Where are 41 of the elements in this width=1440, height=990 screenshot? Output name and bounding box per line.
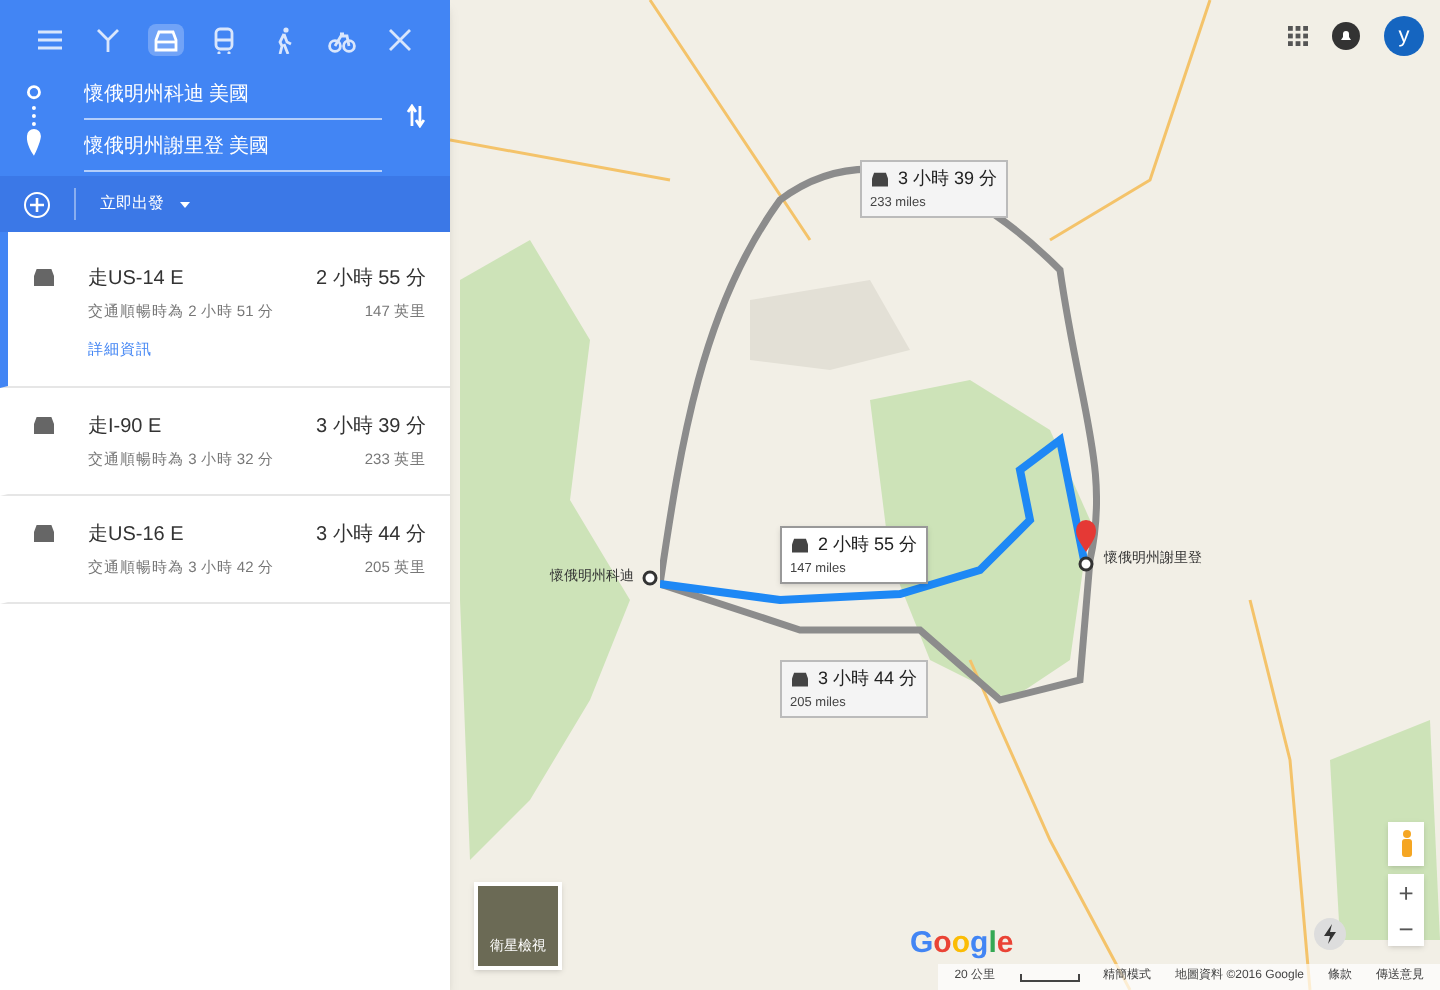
- close-icon: [385, 26, 414, 54]
- origin-marker-icon: [642, 570, 658, 587]
- car-icon: [790, 537, 810, 554]
- destination-field[interactable]: 懷俄明州謝里登 美國: [83, 132, 383, 172]
- car-icon: [870, 171, 890, 188]
- car-icon: [152, 26, 181, 54]
- plus-icon: [30, 197, 44, 211]
- callout-duration: 2 小時 55 分: [818, 532, 918, 558]
- route-name: 走US-14 E: [88, 265, 184, 294]
- split-arrow-icon: [94, 26, 123, 54]
- travel-mode-tab[interactable]: [148, 24, 185, 56]
- scale-bar: [1019, 973, 1080, 981]
- zoom-out-button[interactable]: −: [1388, 910, 1424, 946]
- route-name: 走US-16 E: [88, 521, 184, 550]
- account-avatar[interactable]: y: [1384, 16, 1424, 56]
- route-dots-icon: [24, 84, 44, 156]
- menu-icon: [36, 26, 64, 54]
- notification-bell-icon[interactable]: [1332, 22, 1360, 50]
- depart-time-dropdown[interactable]: 立即出發: [100, 192, 190, 216]
- google-logo: Google: [910, 923, 1014, 963]
- car-icon: [790, 671, 810, 688]
- route-duration: 2 小時 55 分: [315, 265, 426, 294]
- destination-pin-icon: [1076, 520, 1096, 572]
- car-icon: [32, 268, 56, 288]
- origin-field[interactable]: 懷俄明州科迪 美國: [83, 80, 383, 120]
- route-duration: 3 小時 39 分: [315, 413, 426, 441]
- zoom-in-button[interactable]: +: [1388, 874, 1424, 910]
- callout-duration: 3 小時 44 分: [818, 666, 918, 692]
- car-icon: [32, 523, 56, 544]
- add-stop-button[interactable]: [24, 191, 50, 217]
- train-icon: [210, 26, 239, 54]
- callout-duration: 3 小時 39 分: [898, 166, 998, 192]
- route-name: 走I-90 E: [88, 413, 162, 441]
- person-icon: [1399, 830, 1413, 858]
- swap-icon[interactable]: [406, 104, 426, 128]
- street-view-pegman[interactable]: [1388, 822, 1424, 866]
- apps-grid-icon[interactable]: [1288, 26, 1308, 46]
- route-duration: 3 小時 44 分: [315, 521, 426, 550]
- car-icon: [32, 415, 56, 435]
- caret-icon: [180, 201, 190, 207]
- lightning-icon[interactable]: [1314, 918, 1346, 950]
